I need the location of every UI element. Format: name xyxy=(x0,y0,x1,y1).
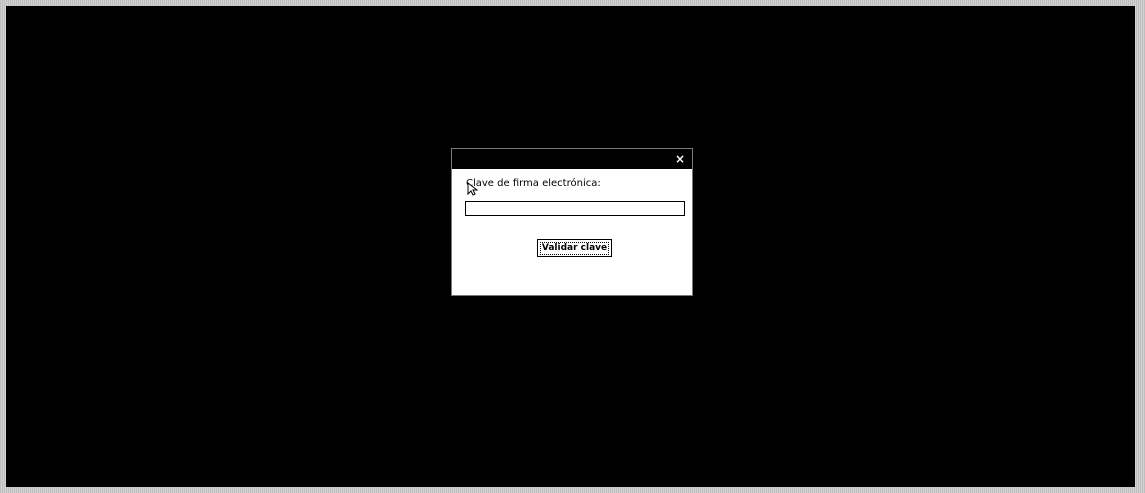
field-label: Clave de firma electrónica: xyxy=(466,178,601,189)
validate-key-button-label: Validar clave xyxy=(540,242,609,255)
validate-key-button[interactable]: Validar clave xyxy=(537,239,612,257)
close-icon[interactable]: × xyxy=(674,152,686,166)
signature-key-input[interactable] xyxy=(465,201,685,216)
dialog-titlebar: × xyxy=(452,149,692,169)
signature-key-dialog: × Clave de firma electrónica: Validar cl… xyxy=(451,148,693,296)
mouse-cursor-icon xyxy=(467,182,479,196)
screen-background: × Clave de firma electrónica: Validar cl… xyxy=(6,6,1135,487)
page-frame: × Clave de firma electrónica: Validar cl… xyxy=(0,0,1145,493)
